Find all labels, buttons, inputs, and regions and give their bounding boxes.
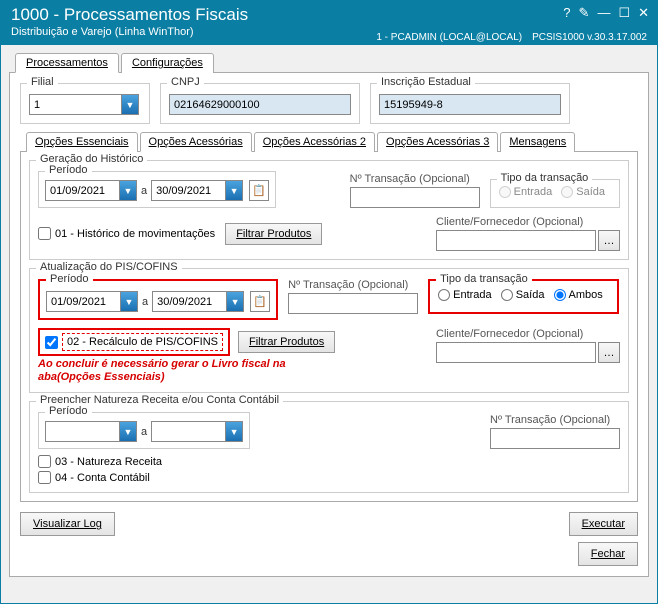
gh-cliforn-lookup-button[interactable]: … (598, 230, 620, 251)
chk-02-recalculo-pis[interactable]: 02 - Recálculo de PIS/COFINS (38, 328, 230, 356)
visualizar-log-button[interactable]: Visualizar Log (20, 512, 115, 536)
nat-periodo-de[interactable] (45, 421, 119, 442)
chevron-down-icon[interactable]: ▼ (119, 421, 137, 442)
nat-numtrans-input[interactable] (490, 428, 620, 449)
pis-radio-entrada[interactable]: Entrada (438, 289, 492, 301)
maximize-icon[interactable]: ☐ (618, 5, 630, 21)
gh-periodo-ate[interactable] (151, 180, 225, 201)
chevron-down-icon[interactable]: ▼ (119, 180, 137, 201)
status-appver: PCSIS1000 v.30.3.17.002 (532, 32, 647, 43)
subtab-acessorias[interactable]: Opções Acessórias (140, 132, 252, 152)
pis-radio-ambos[interactable]: Ambos (554, 289, 603, 301)
subtab-acessorias3[interactable]: Opções Acessórias 3 (377, 132, 498, 152)
chevron-down-icon[interactable]: ▼ (226, 291, 244, 312)
chevron-down-icon[interactable]: ▼ (225, 180, 243, 201)
chk-03-natureza-receita[interactable]: 03 - Natureza Receita (38, 455, 620, 468)
pis-periodo-ate[interactable] (152, 291, 226, 312)
chk-04-conta-contabil[interactable]: 04 - Conta Contábil (38, 471, 620, 484)
minimize-icon[interactable]: — (597, 5, 610, 21)
pis-periodo-de[interactable] (46, 291, 120, 312)
nat-a-label: a (141, 426, 147, 438)
gh-periodo-de[interactable] (45, 180, 119, 201)
help-icon[interactable]: ? (563, 5, 570, 21)
gh-a-label: a (141, 185, 147, 197)
pis-periodo-legend: Período (46, 273, 93, 285)
pis-cliforn-label: Cliente/Fornecedor (Opcional) (436, 328, 620, 340)
ie-input (379, 94, 561, 115)
pis-warning-line2: aba(Opções Essenciais) (38, 371, 165, 383)
window-title: 1000 - Processamentos Fiscais (11, 5, 647, 25)
executar-button[interactable]: Executar (569, 512, 638, 536)
tab-configuracoes[interactable]: Configurações (121, 53, 214, 73)
edit-icon[interactable]: ✎ (579, 5, 590, 21)
close-icon[interactable]: ✕ (638, 5, 649, 21)
pis-tipo-legend: Tipo da transação (436, 273, 532, 285)
fechar-button[interactable]: Fechar (578, 542, 638, 566)
gh-radio-saida[interactable]: Saída (561, 186, 605, 198)
gh-radio-entrada[interactable]: Entrada (499, 186, 553, 198)
nat-periodo-legend: Período (45, 405, 92, 417)
gh-filtrar-produtos-button[interactable]: Filtrar Produtos (225, 223, 322, 245)
calendar-icon[interactable]: 📋 (250, 291, 270, 312)
status-user: 1 - PCADMIN (LOCAL@LOCAL) (376, 32, 522, 43)
cnpj-input (169, 94, 351, 115)
subtab-mensagens[interactable]: Mensagens (500, 132, 575, 152)
pis-numtrans-label: Nº Transação (Opcional) (288, 279, 418, 291)
nat-numtrans-label: Nº Transação (Opcional) (490, 414, 620, 426)
filial-label: Filial (27, 76, 58, 88)
gh-numtrans-label: Nº Transação (Opcional) (350, 173, 480, 185)
filial-dropdown-icon[interactable]: ▼ (121, 94, 139, 115)
pis-a-label: a (142, 296, 148, 308)
chevron-down-icon[interactable]: ▼ (225, 421, 243, 442)
tab-processamentos[interactable]: Processamentos (15, 53, 119, 73)
ie-label: Inscrição Estadual (377, 76, 475, 88)
gh-numtrans-input[interactable] (350, 187, 480, 208)
gh-tipo-legend: Tipo da transação (497, 172, 593, 184)
pis-cliforn-input[interactable] (436, 342, 596, 363)
pis-legend: Atualização do PIS/COFINS (36, 261, 182, 273)
pis-warning-line1: Ao concluir é necessário gerar o Livro f… (38, 358, 286, 370)
gh-cliforn-label: Cliente/Fornecedor (Opcional) (436, 216, 620, 228)
calendar-icon[interactable]: 📋 (249, 180, 269, 201)
nat-periodo-ate[interactable] (151, 421, 225, 442)
pis-filtrar-produtos-button[interactable]: Filtrar Produtos (238, 331, 335, 353)
subtab-acessorias2[interactable]: Opções Acessórias 2 (254, 132, 375, 152)
chk-01-historico[interactable]: 01 - Histórico de movimentações (38, 227, 215, 240)
filial-input[interactable] (29, 94, 121, 115)
pis-numtrans-input[interactable] (288, 293, 418, 314)
cnpj-label: CNPJ (167, 76, 204, 88)
subtab-essenciais[interactable]: Opções Essenciais (26, 132, 138, 152)
titlebar: 1000 - Processamentos Fiscais Distribuiç… (1, 1, 657, 45)
pis-cliforn-lookup-button[interactable]: … (598, 342, 620, 363)
gh-cliforn-input[interactable] (436, 230, 596, 251)
gh-periodo-legend: Período (45, 164, 92, 176)
pis-radio-saida[interactable]: Saída (501, 289, 545, 301)
chevron-down-icon[interactable]: ▼ (120, 291, 138, 312)
